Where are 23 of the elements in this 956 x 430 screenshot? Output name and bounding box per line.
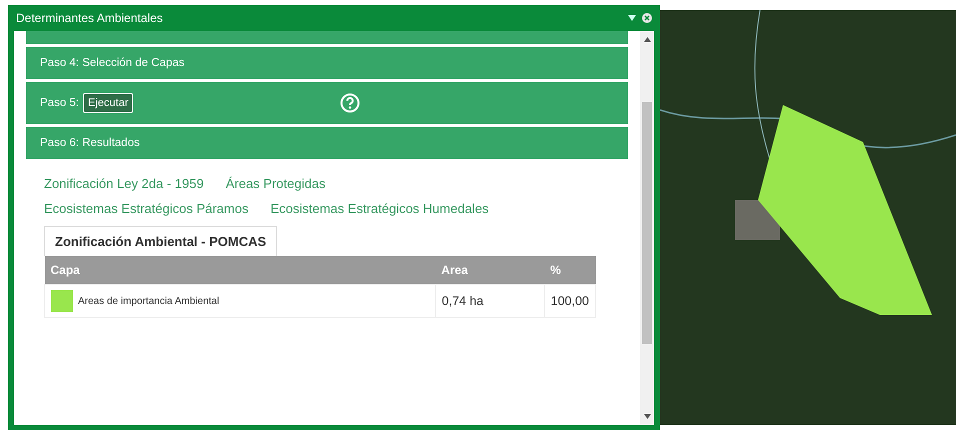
layer-tab[interactable]: Zonificación Ley 2da - 1959 bbox=[44, 176, 204, 191]
layer-tab[interactable]: Ecosistemas Estratégicos Humedales bbox=[270, 201, 489, 216]
scroll-down-icon[interactable] bbox=[644, 414, 650, 419]
table-cell: 100,00 bbox=[544, 284, 596, 318]
step-header[interactable]: Paso 6: Resultados bbox=[26, 127, 628, 159]
column-header: % bbox=[544, 256, 596, 284]
scrollbar[interactable] bbox=[640, 31, 654, 425]
scroll-up-icon[interactable] bbox=[644, 37, 650, 42]
column-header: Area bbox=[435, 256, 544, 284]
close-icon[interactable] bbox=[642, 13, 652, 23]
table-cell: 0,74 ha bbox=[435, 284, 544, 318]
execute-button[interactable]: Ejecutar bbox=[83, 93, 134, 113]
help-icon[interactable] bbox=[340, 93, 360, 113]
step-header[interactable]: Paso 4: Selección de Capas bbox=[26, 47, 628, 79]
layer-tab[interactable]: Zonificación Ambiental - POMCAS bbox=[44, 226, 278, 256]
table-cell: Areas de importancia Ambiental bbox=[78, 296, 220, 306]
satellite-map[interactable] bbox=[660, 10, 956, 425]
layer-tab[interactable]: Áreas Protegidas bbox=[226, 176, 326, 191]
layer-tab[interactable]: Ecosistemas Estratégicos Páramos bbox=[44, 201, 248, 216]
step-label: Paso 5: bbox=[40, 97, 79, 109]
collapse-icon[interactable] bbox=[628, 15, 636, 21]
column-header: Capa bbox=[44, 256, 436, 284]
window-title: Determinantes Ambientales bbox=[16, 11, 163, 25]
